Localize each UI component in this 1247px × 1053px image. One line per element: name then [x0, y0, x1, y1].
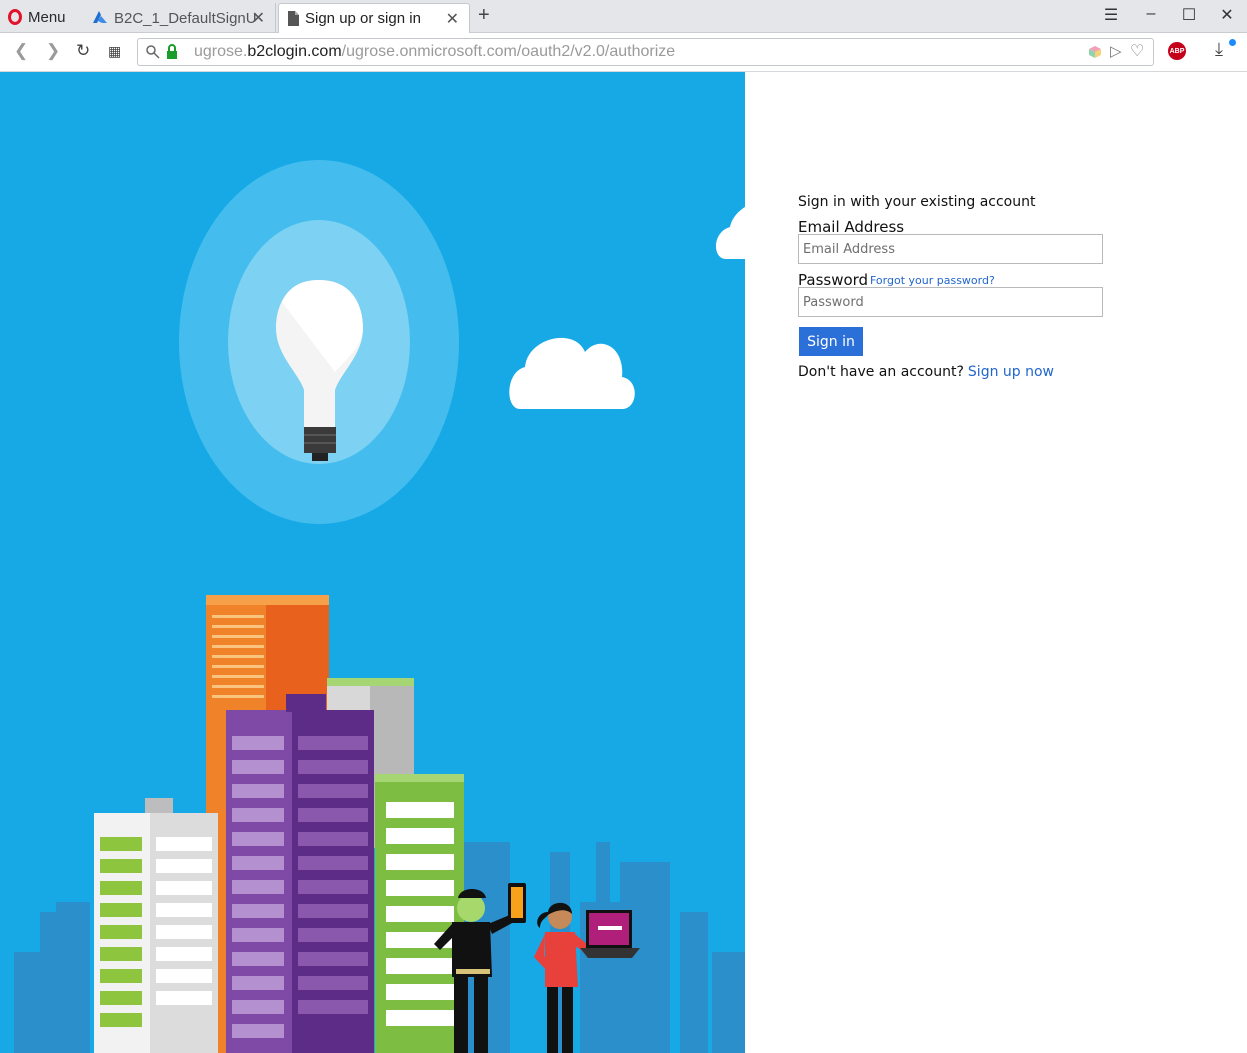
- forward-icon[interactable]: ❯: [46, 41, 60, 61]
- address-bar-row: ❮ ❯ ↻ ▦ ugrose.b2clogin.com/ugrose.onmic…: [0, 33, 1247, 72]
- opera-logo-icon: [8, 9, 22, 25]
- tab-sign-up-or-sign-in[interactable]: Sign up or sign in ✕: [278, 3, 470, 33]
- url-field[interactable]: ugrose.b2clogin.com/ugrose.onmicrosoft.c…: [137, 38, 1154, 66]
- no-account-row: Don't have an account? Sign up now: [798, 364, 1054, 380]
- heart-icon[interactable]: ♡: [1130, 41, 1144, 61]
- green-tower-windows: [386, 802, 454, 1026]
- sign-in-panel: Sign in with your existing account Email…: [745, 72, 1247, 1053]
- reload-icon[interactable]: ↻: [76, 41, 90, 61]
- url-text: ugrose.b2clogin.com/ugrose.onmicrosoft.c…: [194, 43, 675, 61]
- back-icon[interactable]: ❮: [14, 41, 28, 61]
- close-icon[interactable]: ✕: [446, 9, 459, 29]
- window-close-icon[interactable]: ✕: [1216, 5, 1238, 25]
- tab-label: B2C_1_DefaultSignUpSignIn: [114, 9, 256, 27]
- cube-icon[interactable]: [1088, 45, 1102, 59]
- minimize-icon[interactable]: –: [1140, 5, 1162, 23]
- sign-in-intro: Sign in with your existing account: [798, 194, 1036, 210]
- new-tab-button[interactable]: +: [478, 4, 490, 27]
- sign-in-button[interactable]: Sign in: [799, 327, 863, 356]
- url-host: b2clogin.com: [247, 43, 342, 60]
- city-lightbulb-illustration: [14, 160, 745, 1053]
- azure-icon: [93, 11, 107, 23]
- maximize-icon[interactable]: ☐: [1178, 5, 1200, 25]
- adblock-icon[interactable]: ABP: [1168, 42, 1186, 60]
- tab-b2c-default[interactable]: B2C_1_DefaultSignUpSignIn ✕: [84, 3, 276, 33]
- notification-dot: [1229, 39, 1236, 46]
- sign-up-now-link[interactable]: Sign up now: [968, 364, 1054, 380]
- close-icon[interactable]: ✕: [252, 8, 265, 28]
- white-tower-green-windows: [100, 837, 142, 1027]
- url-prefix: ugrose.: [194, 43, 248, 60]
- site-info-icon[interactable]: [146, 45, 160, 59]
- send-icon[interactable]: ▷: [1110, 42, 1122, 60]
- email-field[interactable]: [798, 234, 1103, 264]
- document-icon: [288, 11, 299, 26]
- speed-dial-icon[interactable]: ▦: [108, 43, 121, 60]
- menu-label: Menu: [28, 8, 66, 26]
- download-icon[interactable]: ⤓: [1215, 39, 1223, 60]
- password-field[interactable]: [798, 287, 1103, 317]
- orange-tower-windows: [212, 615, 264, 698]
- lock-icon: [167, 44, 177, 59]
- hero-illustration: [0, 72, 745, 1053]
- browser-tab-bar: Menu B2C_1_DefaultSignUpSignIn ✕ Sign up…: [0, 0, 1247, 33]
- tab-menu-icon[interactable]: ☰: [1100, 5, 1122, 25]
- opera-menu-button[interactable]: Menu: [8, 6, 66, 28]
- no-account-text: Don't have an account?: [798, 364, 964, 380]
- url-path: /ugrose.onmicrosoft.com/oauth2/v2.0/auth…: [341, 43, 676, 60]
- tab-label: Sign up or sign in: [305, 10, 421, 27]
- forgot-password-link[interactable]: Forgot your password?: [870, 274, 995, 287]
